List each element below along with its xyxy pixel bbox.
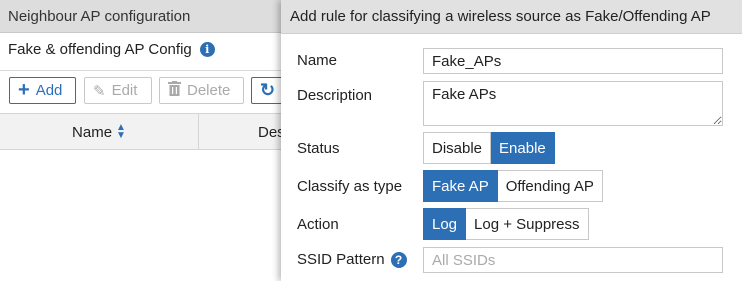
column-header-name-label: Name — [72, 123, 113, 141]
status-label: Status — [297, 140, 340, 157]
ssid-pattern-input[interactable] — [423, 247, 723, 273]
name-input[interactable] — [423, 48, 723, 74]
ssid-pattern-label: SSID Pattern ? — [297, 251, 407, 268]
add-button-label: Add — [35, 82, 63, 99]
status-toggle: Disable Enable — [423, 132, 555, 164]
action-toggle: Log Log + Suppress — [423, 208, 589, 240]
name-label: Name — [297, 52, 338, 69]
trash-icon — [168, 81, 181, 100]
sort-icon[interactable]: ▲ ▼ — [116, 123, 126, 141]
pencil-icon: ✎ — [93, 82, 106, 100]
delete-button-label: Delete — [187, 82, 231, 99]
action-log-suppress-option[interactable]: Log + Suppress — [466, 208, 589, 240]
classify-label: Classify as type — [297, 178, 403, 195]
help-icon[interactable]: ? — [390, 251, 407, 268]
action-label: Action — [297, 216, 339, 233]
ssid-pattern-label-text: SSID Pattern — [297, 251, 385, 268]
dialog-title: Add rule for classifying a wireless sour… — [281, 0, 742, 34]
add-button[interactable]: + Add — [9, 77, 76, 104]
config-title-text: Fake & offending AP Config — [8, 41, 192, 58]
config-title: Fake & offending AP Config i — [8, 41, 215, 58]
edit-button[interactable]: ✎ Edit — [84, 77, 152, 104]
description-label: Description — [297, 87, 373, 104]
classify-fake-ap-option[interactable]: Fake AP — [423, 170, 498, 202]
refresh-icon: ↻ — [260, 80, 276, 100]
classify-offending-ap-option[interactable]: Offending AP — [497, 170, 603, 202]
add-rule-dialog: Add rule for classifying a wireless sour… — [281, 0, 742, 281]
delete-button[interactable]: Delete — [159, 77, 244, 104]
edit-button-label: Edit — [111, 82, 138, 99]
column-header-name[interactable]: Name ▲ ▼ — [0, 114, 199, 150]
table-header: Name ▲ ▼ Des — [0, 113, 290, 150]
plus-icon: + — [18, 79, 30, 101]
info-icon[interactable]: i — [199, 42, 215, 57]
toolbar-divider — [0, 70, 290, 71]
description-textarea[interactable]: Fake APs — [423, 81, 723, 126]
status-enable-option[interactable]: Enable — [491, 132, 555, 164]
classify-toggle: Fake AP Offending AP — [423, 170, 603, 202]
status-disable-option[interactable]: Disable — [423, 132, 492, 164]
action-log-option[interactable]: Log — [423, 208, 467, 240]
page-header-title: Neighbour AP configuration — [8, 8, 191, 25]
